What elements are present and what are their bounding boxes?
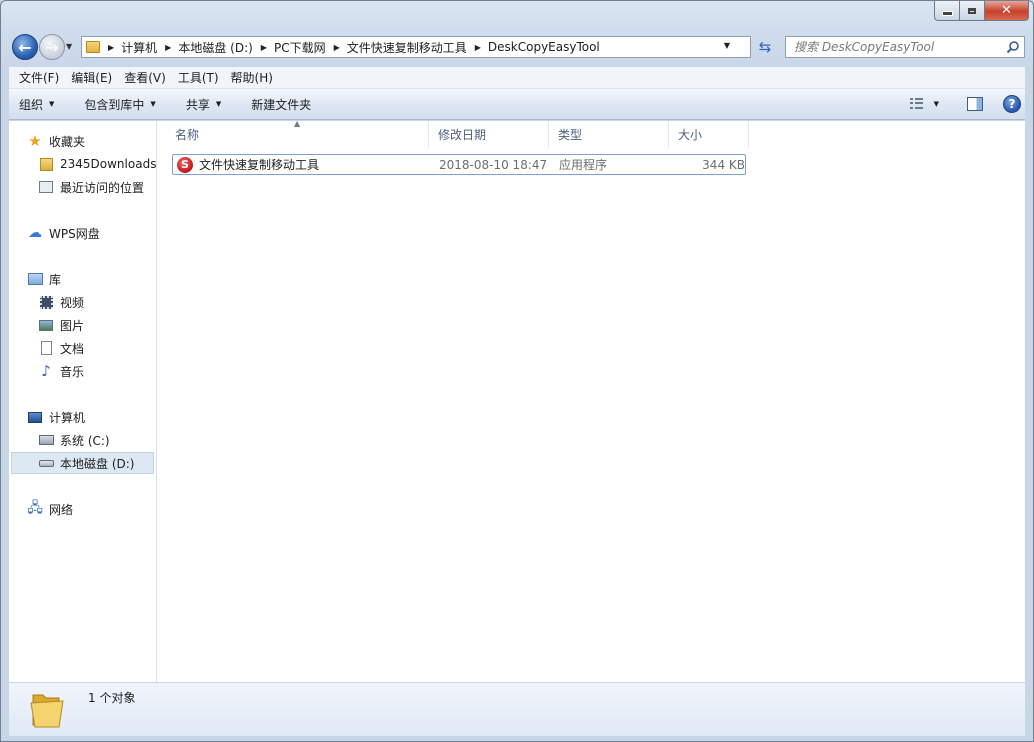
include-in-library-button[interactable]: 包含到库中 ▼ bbox=[64, 89, 165, 119]
navigation-row: ← → ▼ ▶ 计算机 ▶ 本地磁盘 (D:) ▶ PC下载网 ▶ 文件快速复制移动工具… bbox=[9, 31, 1025, 63]
back-arrow-icon: ← bbox=[18, 37, 32, 57]
chevron-down-icon: ▼ bbox=[150, 100, 156, 108]
explorer-window: ✕ ← → ▼ ▶ 计算机 ▶ 本地磁盘 (D:) ▶ PC下载网 ▶ 文件快速复制移动… bbox=[0, 0, 1034, 742]
star-icon: ★ bbox=[28, 132, 42, 150]
help-button[interactable]: ? bbox=[1003, 95, 1021, 113]
maximize-button[interactable] bbox=[960, 1, 985, 21]
nav-network[interactable]: 🖧 网络 bbox=[27, 498, 73, 520]
file-row[interactable]: S 文件快速复制移动工具 2018-08-10 18:47 应用程序 344 K… bbox=[172, 154, 746, 175]
chevron-down-icon: ▼ bbox=[933, 100, 939, 108]
nav-computer[interactable]: 计算机 bbox=[27, 406, 85, 428]
recent-places-icon bbox=[38, 179, 54, 195]
drive-icon bbox=[38, 455, 54, 471]
nav-wps-cloud[interactable]: ☁ WPS网盘 bbox=[27, 222, 100, 244]
menu-tools[interactable]: 工具(T) bbox=[172, 69, 225, 86]
forward-button[interactable]: → bbox=[39, 34, 65, 60]
menu-help[interactable]: 帮助(H) bbox=[225, 69, 279, 86]
minimize-icon bbox=[941, 11, 953, 16]
back-button[interactable]: ← bbox=[12, 34, 38, 60]
folder-icon bbox=[38, 156, 54, 172]
search-icon[interactable] bbox=[1006, 40, 1020, 54]
chevron-down-icon: ▼ bbox=[215, 100, 222, 108]
file-pane: ▲ 名称 修改日期 类型 大小 S 文件快速复制移动工具 2018-08-10 … bbox=[158, 119, 1025, 682]
menu-file[interactable]: 文件(F) bbox=[13, 69, 65, 86]
nav-system-c[interactable]: 系统 (C:) bbox=[38, 429, 110, 451]
details-view-icon bbox=[909, 98, 924, 110]
address-history-dropdown[interactable]: ▼ bbox=[724, 41, 730, 50]
menu-view[interactable]: 查看(V) bbox=[118, 69, 172, 86]
file-size: 344 KB bbox=[702, 157, 745, 172]
breadcrumb-local-disk-d[interactable]: ▶ 本地磁盘 (D:) bbox=[157, 37, 253, 57]
caption-buttons: ✕ bbox=[934, 1, 1029, 21]
recent-pages-dropdown[interactable]: ▼ bbox=[66, 42, 72, 51]
maximize-icon bbox=[968, 7, 976, 14]
menu-bar: 文件(F) 编辑(E) 查看(V) 工具(T) 帮助(H) bbox=[9, 67, 1025, 89]
network-icon: 🖧 bbox=[27, 500, 43, 516]
preview-pane-button[interactable] bbox=[967, 97, 983, 111]
command-bar: 组织 ▼ 包含到库中 ▼ 共享 ▼ 新建文件夹 ▼ ? bbox=[9, 89, 1025, 120]
menu-edit[interactable]: 编辑(E) bbox=[65, 69, 118, 86]
navigation-pane: ★ 收藏夹 2345Downloads 最近访问的位置 ☁ WPS网盘 库 视频… bbox=[9, 121, 157, 682]
breadcrumb-tool-folder[interactable]: ▶ 文件快速复制移动工具 bbox=[326, 37, 467, 57]
forward-arrow-icon: → bbox=[45, 37, 59, 57]
breadcrumb-deskcopyeasytool[interactable]: ▶ DeskCopyEasyTool bbox=[467, 37, 600, 57]
application-icon: S bbox=[177, 156, 193, 173]
nav-music[interactable]: ♪ 音乐 bbox=[38, 360, 84, 382]
chevron-right-icon: ▶ bbox=[108, 42, 115, 52]
chevron-right-icon: ▶ bbox=[333, 42, 340, 52]
column-size[interactable]: 大小 bbox=[669, 121, 749, 147]
chevron-right-icon: ▶ bbox=[474, 42, 481, 52]
column-date-modified[interactable]: 修改日期 bbox=[429, 121, 549, 147]
search-box bbox=[785, 36, 1025, 58]
nav-libraries[interactable]: 库 bbox=[27, 268, 61, 290]
nav-pictures[interactable]: 图片 bbox=[38, 314, 84, 336]
music-note-icon: ♪ bbox=[41, 362, 51, 380]
breadcrumb-computer[interactable]: ▶ 计算机 bbox=[100, 37, 157, 57]
file-type: 应用程序 bbox=[559, 158, 608, 172]
chevron-down-icon: ▼ bbox=[49, 100, 55, 108]
file-name: 文件快速复制移动工具 bbox=[199, 158, 320, 172]
nav-2345downloads[interactable]: 2345Downloads bbox=[38, 153, 156, 175]
column-type[interactable]: 类型 bbox=[549, 121, 669, 147]
refresh-icon: ⇆ bbox=[758, 38, 772, 56]
nav-videos[interactable]: 视频 bbox=[38, 291, 84, 313]
cloud-icon: ☁ bbox=[28, 225, 42, 241]
nav-favorites[interactable]: ★ 收藏夹 bbox=[27, 130, 85, 152]
share-button[interactable]: 共享 ▼ bbox=[166, 89, 231, 119]
main-area: ★ 收藏夹 2345Downloads 最近访问的位置 ☁ WPS网盘 库 视频… bbox=[9, 119, 1025, 682]
search-input[interactable] bbox=[794, 40, 994, 54]
computer-icon bbox=[27, 409, 43, 425]
file-modified: 2018-08-10 18:47 bbox=[439, 157, 548, 172]
nav-recent-places[interactable]: 最近访问的位置 bbox=[38, 176, 144, 198]
film-icon bbox=[38, 294, 54, 310]
nav-local-disk-d[interactable]: 本地磁盘 (D:) bbox=[11, 452, 154, 474]
details-pane: 1 个对象 bbox=[9, 682, 1025, 736]
breadcrumb-pc-download[interactable]: ▶ PC下载网 bbox=[253, 37, 326, 57]
column-headers: 名称 修改日期 类型 大小 bbox=[166, 121, 749, 147]
new-folder-button[interactable]: 新建文件夹 bbox=[231, 89, 321, 119]
minimize-button[interactable] bbox=[934, 1, 960, 21]
library-icon bbox=[27, 271, 43, 287]
nav-documents[interactable]: 文档 bbox=[38, 337, 84, 359]
address-bar[interactable]: ▶ 计算机 ▶ 本地磁盘 (D:) ▶ PC下载网 ▶ 文件快速复制移动工具 ▶ Desk… bbox=[81, 36, 751, 58]
folder-icon bbox=[30, 694, 64, 728]
folder-icon bbox=[86, 41, 100, 53]
close-button[interactable]: ✕ bbox=[985, 1, 1029, 21]
system-drive-icon bbox=[38, 432, 54, 448]
close-icon: ✕ bbox=[1001, 3, 1012, 18]
chevron-right-icon: ▶ bbox=[260, 42, 267, 52]
view-controls: ▼ ? bbox=[904, 89, 1021, 119]
organize-button[interactable]: 组织 ▼ bbox=[9, 89, 64, 119]
refresh-button[interactable]: ⇆ bbox=[753, 36, 777, 58]
column-name[interactable]: 名称 bbox=[166, 121, 429, 147]
item-count: 1 个对象 bbox=[88, 691, 136, 705]
picture-icon bbox=[38, 317, 54, 333]
change-view-button[interactable]: ▼ bbox=[904, 89, 945, 119]
chevron-right-icon: ▶ bbox=[165, 42, 172, 52]
document-icon bbox=[38, 340, 54, 356]
